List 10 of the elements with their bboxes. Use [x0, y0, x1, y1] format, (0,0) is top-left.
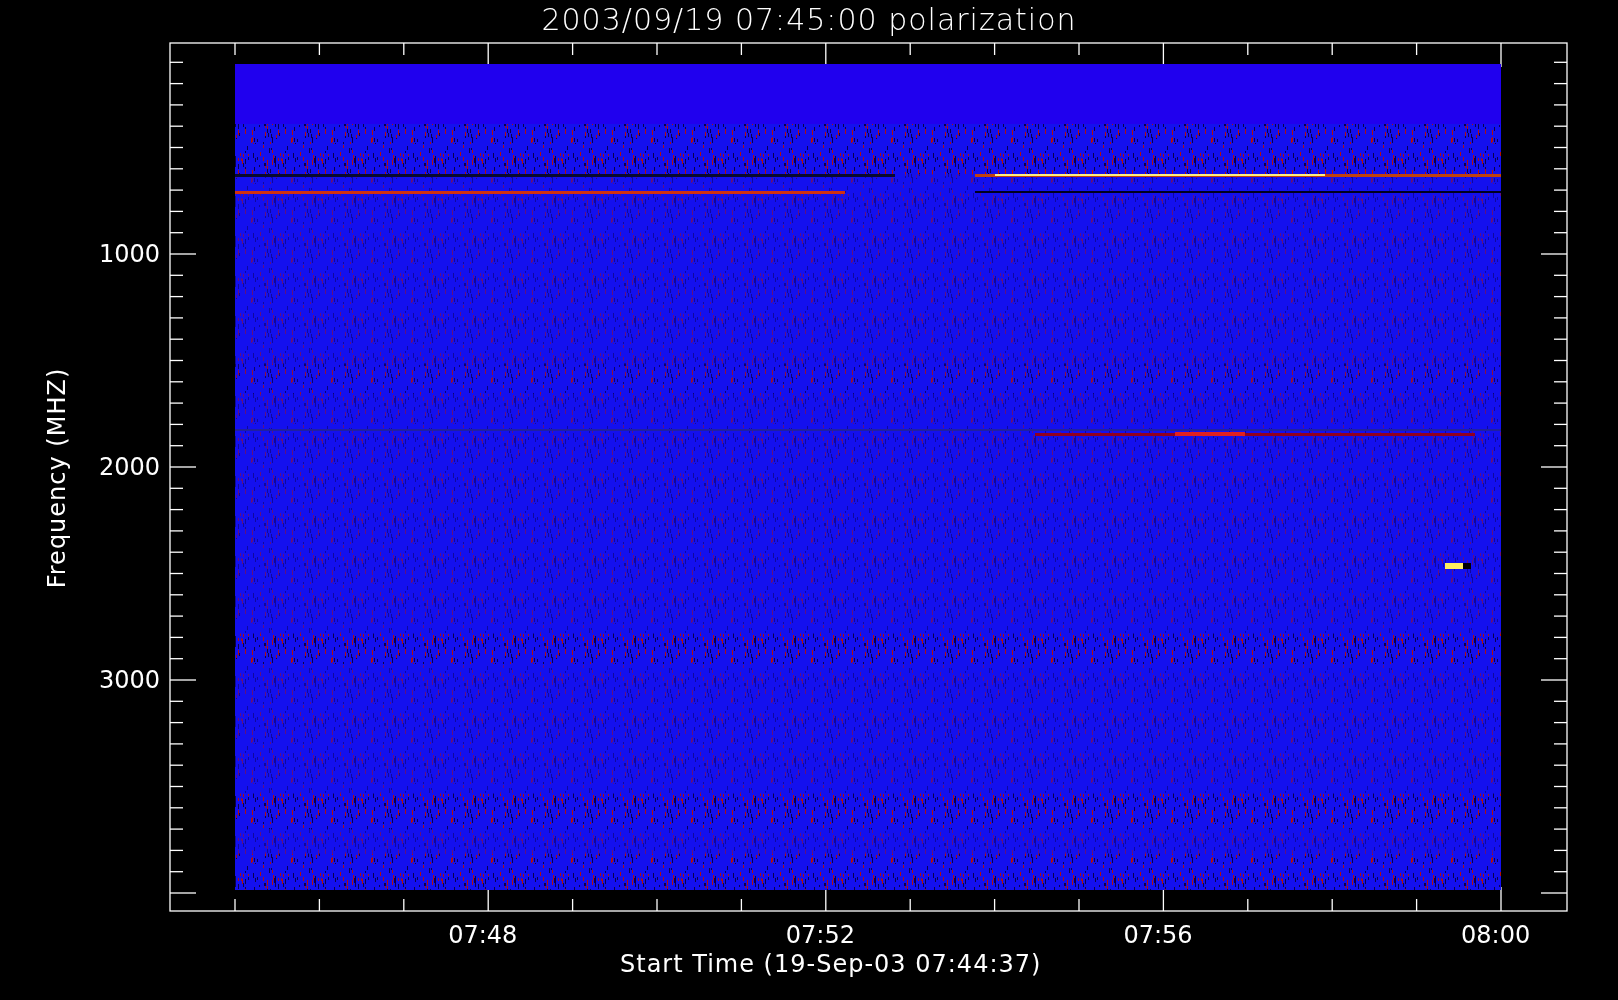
tick-label: 2000 [98, 453, 160, 481]
chart-title: 2003/09/19 07:45:00 polarization [541, 2, 1077, 37]
tick-label: 07:48 [448, 921, 518, 949]
tick-label: 07:52 [785, 921, 855, 949]
tick-label: 08:00 [1461, 921, 1531, 949]
axis-label: Frequency (MHZ) [43, 367, 71, 589]
tick-label: 07:56 [1123, 921, 1193, 949]
tick-label: 3000 [98, 666, 160, 694]
axis-label: Start Time (19-Sep-03 07:44:37) [620, 950, 1042, 978]
tick-label: 1000 [98, 240, 160, 268]
